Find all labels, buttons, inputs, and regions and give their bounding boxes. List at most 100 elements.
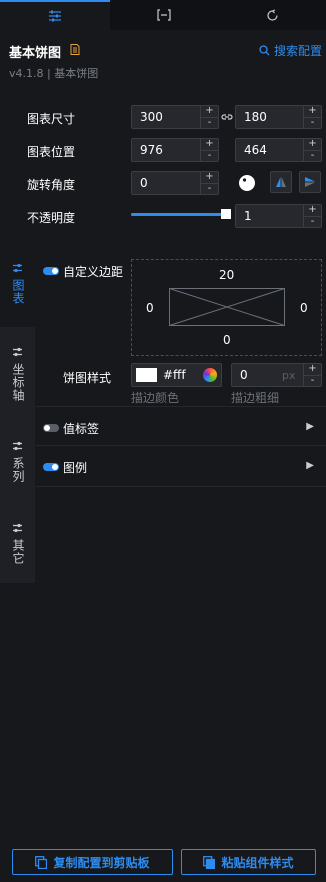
width-increment[interactable]: + — [201, 106, 218, 117]
position-label: 图表位置 — [27, 145, 76, 159]
tab-interaction[interactable] — [218, 0, 326, 30]
sliders-icon — [13, 441, 22, 451]
rotation-stepper[interactable]: + - — [200, 172, 218, 194]
value-label-row[interactable]: 值标签 ▶ — [35, 407, 326, 445]
color-wheel-icon[interactable] — [203, 368, 217, 382]
sliders-icon — [13, 523, 22, 533]
pos-x-value: 976 — [140, 143, 163, 157]
sidenav-label-other: 其它 — [11, 539, 25, 565]
flip-horizontal-icon — [276, 177, 286, 187]
stroke-color-sublabel: 描边颜色 — [131, 391, 180, 405]
side-nav: 图表 坐标轴 系列 其它 — [0, 255, 35, 583]
paste-style-button[interactable]: 粘贴组件样式 — [181, 849, 316, 875]
pos-x-input[interactable]: 976 + - — [131, 138, 219, 162]
version-text: v4.1.8 | 基本饼图 — [9, 67, 99, 80]
chevron-right-icon[interactable]: ▶ — [306, 421, 314, 432]
pos-x-stepper[interactable]: + - — [200, 139, 218, 161]
refresh-icon — [266, 8, 278, 21]
width-decrement[interactable]: - — [201, 117, 218, 128]
height-increment[interactable]: + — [304, 106, 321, 117]
flip-vertical-button[interactable] — [299, 171, 321, 193]
stroke-width-input[interactable]: 0 px + - — [231, 363, 322, 387]
rotation-input[interactable]: 0 + - — [131, 171, 219, 195]
margin-editor: 20 0 0 0 — [131, 259, 322, 356]
stroke-width-sublabel: 描边粗细 — [231, 391, 280, 405]
margin-left-value[interactable]: 0 — [146, 301, 154, 315]
sidenav-item-axis[interactable]: 坐标轴 — [0, 327, 35, 417]
sidenav-item-series[interactable]: 系列 — [0, 417, 35, 501]
rotation-dial-icon[interactable] — [238, 174, 256, 192]
custom-margin-label: 自定义边距 — [63, 265, 124, 279]
width-value: 300 — [140, 110, 163, 124]
opacity-label: 不透明度 — [27, 211, 76, 225]
chevron-right-icon[interactable]: ▶ — [306, 460, 314, 471]
height-input[interactable]: 180 + - — [235, 105, 322, 129]
legend-row[interactable]: 图例 ▶ — [35, 446, 326, 486]
margin-preview-box — [169, 288, 285, 326]
value-label-toggle[interactable] — [43, 424, 59, 432]
pos-y-decrement[interactable]: - — [304, 150, 321, 161]
sliders-icon — [13, 347, 22, 357]
rotation-label: 旋转角度 — [27, 178, 76, 192]
pos-y-value: 464 — [244, 143, 267, 157]
pos-y-input[interactable]: 464 + - — [235, 138, 322, 162]
opacity-stepper[interactable]: + - — [303, 205, 321, 227]
link-icon[interactable] — [221, 112, 233, 122]
opacity-slider-fill — [131, 213, 231, 216]
rotation-decrement[interactable]: - — [201, 183, 218, 194]
width-input[interactable]: 300 + - — [131, 105, 219, 129]
stroke-width-unit: px — [282, 369, 296, 382]
paste-style-label: 粘贴组件样式 — [221, 855, 294, 870]
bracket-icon — [157, 9, 171, 21]
pos-x-increment[interactable]: + — [201, 139, 218, 150]
sidenav-label-series: 系列 — [11, 457, 25, 483]
stroke-color-value: #fff — [163, 368, 186, 382]
opacity-decrement[interactable]: - — [304, 216, 321, 227]
rotation-value: 0 — [140, 176, 148, 190]
stroke-width-stepper[interactable]: + - — [303, 364, 321, 386]
copy-config-button[interactable]: 复制配置到剪贴板 — [12, 849, 173, 875]
height-decrement[interactable]: - — [304, 117, 321, 128]
search-icon — [259, 45, 270, 56]
search-config-label: 搜索配置 — [273, 44, 322, 58]
copy-config-label: 复制配置到剪贴板 — [53, 855, 150, 870]
sidenav-item-other[interactable]: 其它 — [0, 501, 35, 583]
legend-toggle[interactable] — [43, 463, 59, 471]
pos-y-increment[interactable]: + — [304, 139, 321, 150]
width-stepper[interactable]: + - — [200, 106, 218, 128]
sidenav-label-chart: 图表 — [11, 279, 25, 305]
component-title: 基本饼图 — [9, 46, 62, 61]
opacity-slider-handle[interactable] — [221, 209, 231, 219]
stroke-color-picker[interactable]: #fff — [131, 363, 222, 387]
margin-bottom-value[interactable]: 0 — [223, 333, 231, 347]
legend-text: 图例 — [63, 461, 88, 475]
top-tab-bar — [0, 0, 326, 30]
search-config-link[interactable]: 搜索配置 — [259, 42, 322, 59]
opacity-increment[interactable]: + — [304, 205, 321, 216]
rotation-increment[interactable]: + — [201, 172, 218, 183]
height-stepper[interactable]: + - — [303, 106, 321, 128]
pos-y-stepper[interactable]: + - — [303, 139, 321, 161]
margin-top-value[interactable]: 20 — [219, 268, 234, 282]
opacity-slider[interactable] — [131, 209, 231, 219]
flip-horizontal-button[interactable] — [270, 171, 292, 193]
stroke-width-decrement[interactable]: - — [304, 375, 321, 386]
tab-config[interactable] — [0, 0, 110, 30]
value-label-text: 值标签 — [63, 422, 100, 436]
copy-icon — [35, 855, 48, 869]
tab-data[interactable] — [110, 0, 218, 30]
stroke-color-swatch — [136, 368, 157, 382]
pie-style-label: 饼图样式 — [63, 371, 112, 385]
sliders-icon — [13, 263, 22, 273]
margin-right-value[interactable]: 0 — [300, 301, 308, 315]
pos-x-decrement[interactable]: - — [201, 150, 218, 161]
opacity-input[interactable]: 1 + - — [235, 204, 322, 228]
sliders-icon — [49, 10, 61, 22]
divider — [35, 486, 326, 487]
size-label: 图表尺寸 — [27, 112, 76, 126]
opacity-value: 1 — [244, 209, 252, 223]
custom-margin-toggle[interactable] — [43, 267, 59, 275]
document-icon[interactable] — [70, 44, 80, 55]
sidenav-item-chart[interactable]: 图表 — [0, 255, 35, 327]
stroke-width-increment[interactable]: + — [304, 364, 321, 375]
